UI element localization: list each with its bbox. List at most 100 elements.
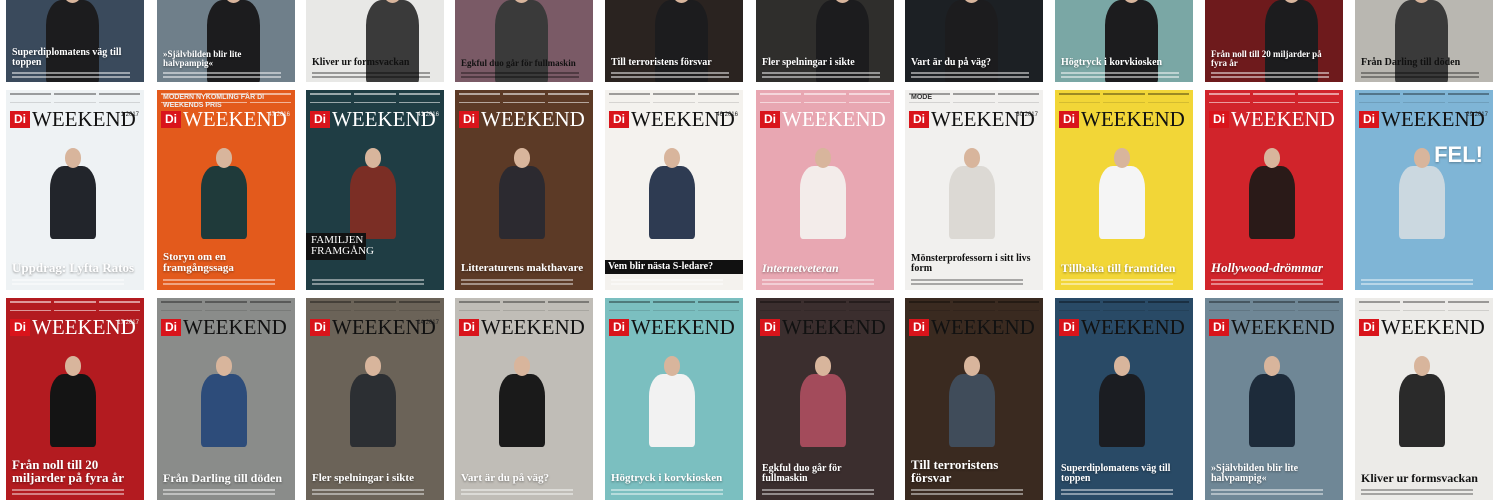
subline <box>911 489 1023 491</box>
cover-headline: Storyn om en framgångssaga <box>163 251 234 274</box>
magazine-cover-cropped[interactable]: Till terroristens försvar <box>605 0 743 82</box>
subline <box>163 283 275 285</box>
subline <box>461 489 573 491</box>
magazine-cover-cropped[interactable]: Kliver ur formsvackan <box>306 0 444 82</box>
subline <box>611 283 723 285</box>
di-logo: Di <box>1209 111 1229 128</box>
cover-teasers <box>310 301 440 315</box>
weekend-masthead: WEEKEND <box>1231 315 1335 339</box>
cover-headline: Vart är du på väg? <box>461 472 550 484</box>
subline <box>611 72 729 74</box>
subline <box>461 283 573 285</box>
magazine-cover-cropped[interactable]: Från noll till 20 miljarder på fyra år <box>1205 0 1343 82</box>
di-logo: Di <box>760 111 780 128</box>
cover-headline: Från Darling till döden <box>163 471 283 485</box>
weekend-masthead: WEEKEND <box>931 315 1035 339</box>
top-row: Superdiplomatens väg till toppen »Självbi… <box>0 0 1500 82</box>
subline <box>163 279 275 281</box>
magazine-cover-cropped[interactable]: Från Darling till döden <box>1355 0 1493 82</box>
cover-headline: Till terroristens försvar <box>911 457 999 485</box>
subline <box>163 76 281 78</box>
magazine-cover[interactable]: Di WEEKEND 29 2017 FEL! <box>1355 90 1493 290</box>
magazine-cover[interactable]: Di WEEKEND Tillbaka till framtiden <box>1055 90 1193 290</box>
subline <box>12 489 124 491</box>
magazine-cover[interactable]: Di WEEKEND Högtryck i korvkiosken <box>605 298 743 500</box>
magazine-cover[interactable]: Di WEEKEND 17 2017 Från noll till 20 miljar… <box>6 298 144 500</box>
issue-number: 46 2016 <box>716 112 738 118</box>
magazine-cover[interactable]: Di WEEKEND 46 2016 Vem blir nästa S-ledare? <box>605 90 743 290</box>
cover-teasers <box>609 301 739 315</box>
subline <box>1361 493 1473 495</box>
cover-headline: Uppdrag: Lyfta Ratos <box>12 260 135 275</box>
cover-teasers <box>10 93 140 107</box>
magazine-cover[interactable]: Di WEEKEND Internetveteran <box>756 90 894 290</box>
di-logo: Di <box>1059 111 1079 128</box>
magazine-cover[interactable]: Di WEEKEND Från Darling till döden <box>157 298 295 500</box>
weekend-masthead: WEEKEND <box>631 315 735 339</box>
magazine-cover[interactable]: Di WEEKEND Egkful duo går för fullmaskin <box>756 298 894 500</box>
magazine-cover-cropped[interactable]: Vart är du på väg? <box>905 0 1043 82</box>
cover-teasers <box>459 301 589 315</box>
magazine-cover[interactable]: Di WEEKEND 30 2017 MODE Mönsterprofessorn i … <box>905 90 1043 290</box>
magazine-cover[interactable]: Di WEEKEND Till terroristens försvar <box>905 298 1043 500</box>
subline <box>312 489 424 491</box>
magazine-cover-cropped[interactable]: »Självbilden blir lite halvpampig« <box>157 0 295 82</box>
subline <box>12 283 124 285</box>
cover-teasers <box>609 93 739 107</box>
cover-kicker: MODE <box>911 94 932 101</box>
subline <box>1061 72 1179 74</box>
magazine-cover[interactable]: Di WEEKEND Kliver ur formsvackan <box>1355 298 1493 500</box>
cover-teasers <box>1359 93 1489 107</box>
magazine-cover-cropped[interactable]: Superdiplomatens väg till toppen <box>6 0 144 82</box>
subline <box>312 493 424 495</box>
di-logo: Di <box>161 111 181 128</box>
issue-number: 14 2017 <box>417 320 439 326</box>
magazine-cover-cropped[interactable]: Högtryck i korvkiosken <box>1055 0 1193 82</box>
di-logo: Di <box>1209 319 1229 336</box>
di-logo: Di <box>760 319 780 336</box>
subline <box>163 493 275 495</box>
cover-teasers <box>760 93 890 107</box>
magazine-cover[interactable]: Di WEEKEND Litteraturens makthavare <box>455 90 593 290</box>
cover-headline: Mönsterprofessorn i sitt livs form <box>911 253 1031 274</box>
cover-headline: Egkful duo går för fullmaskin <box>762 463 842 484</box>
subline <box>312 283 424 285</box>
subline <box>911 279 1023 281</box>
di-logo: Di <box>459 111 479 128</box>
magazine-cover[interactable]: Di WEEKEND 47 2016 MODERN NYKOMLING FÅR DI … <box>157 90 295 290</box>
magazine-cover[interactable]: Di WEEKEND 1 2017 Uppdrag: Lyfta Ratos <box>6 90 144 290</box>
cover-headline: Högtryck i korvkiosken <box>611 472 723 484</box>
cover-headline: Kliver ur formsvackan <box>1361 471 1478 485</box>
subline <box>312 72 430 74</box>
magazine-cover[interactable]: Di WEEKEND 41 2016 FAMILJEN FRAMGÅNG <box>306 90 444 290</box>
di-logo: Di <box>1359 319 1379 336</box>
issue-number: 41 2016 <box>417 112 439 118</box>
subline <box>762 279 874 281</box>
magazine-cover-cropped[interactable]: Egkful duo går för fullmaskin <box>455 0 593 82</box>
magazine-cover-cropped[interactable]: Fler spelningar i sikte <box>756 0 894 82</box>
cover-headline: Litteraturens makthavare <box>461 262 584 274</box>
weekend-masthead: WEEKEND <box>782 315 886 339</box>
cover-teasers <box>1209 93 1339 107</box>
cover-teasers <box>1209 301 1339 315</box>
cover-headline: Internetveteran <box>762 261 839 275</box>
bottom-row: Di WEEKEND 17 2017 Från noll till 20 miljar… <box>0 298 1500 500</box>
magazine-cover[interactable]: Di WEEKEND Hollywood-drömmar <box>1205 90 1343 290</box>
subline <box>461 72 579 74</box>
di-logo: Di <box>909 319 929 336</box>
weekend-masthead: WEEKEND <box>1381 315 1485 339</box>
subline <box>163 72 281 74</box>
cover-headline: FAMILJEN FRAMGÅNG <box>306 232 374 260</box>
magazine-cover[interactable]: Di WEEKEND »Självbilden blir lite halvpamp… <box>1205 298 1343 500</box>
magazine-cover[interactable]: Di WEEKEND Vart är du på väg? <box>455 298 593 500</box>
di-logo: Di <box>609 111 629 128</box>
subline <box>1361 76 1479 78</box>
di-logo: Di <box>310 319 330 336</box>
magazine-cover[interactable]: Di WEEKEND Superdiplomatens väg till toppe… <box>1055 298 1193 500</box>
cover-headline: »Självbilden blir lite halvpampig« <box>1211 463 1299 484</box>
weekend-masthead: WEEKEND <box>1231 107 1335 131</box>
magazine-cover[interactable]: Di WEEKEND 14 2017 Fler spelningar i sikte <box>306 298 444 500</box>
cover-teasers <box>1359 301 1489 315</box>
weekend-masthead: WEEKEND <box>782 107 886 131</box>
weekend-masthead: WEEKEND <box>1081 107 1185 131</box>
